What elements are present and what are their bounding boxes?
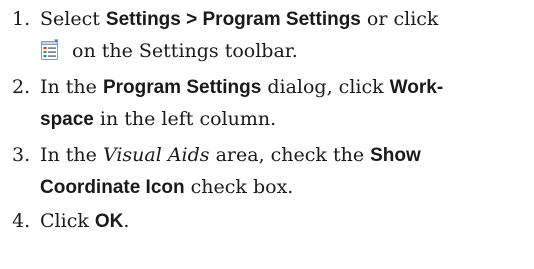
step-2-line-2: space in the left column. — [40, 104, 276, 135]
step-text: In the — [40, 144, 103, 166]
step-text: In the — [40, 76, 103, 98]
area-name: Visual Aids — [102, 144, 210, 166]
option-name: Show — [370, 145, 421, 166]
menu-path: Settings > Program Settings — [105, 9, 361, 30]
workspace-label: space — [40, 109, 94, 130]
step-text: in the left column. — [93, 108, 277, 130]
step-4-line-1: Click OK. — [40, 206, 129, 237]
step-number: 3. — [12, 144, 31, 166]
step-number: 1. — [12, 8, 31, 30]
program-settings-icon — [40, 39, 60, 61]
step-text: area, check the — [209, 144, 371, 166]
step-number: 2. — [12, 76, 31, 98]
step-text: dialog, click — [261, 76, 390, 98]
step-text: Select — [40, 8, 106, 30]
step-3-line-2: Coordinate Icon check box. — [40, 172, 293, 203]
step-text: on the Settings toolbar. — [66, 40, 298, 62]
step-text: or click — [360, 8, 439, 30]
step-1-line-2: on the Settings toolbar. — [40, 36, 298, 66]
dialog-name: Program Settings — [102, 77, 262, 98]
workspace-label: Work- — [389, 77, 444, 98]
step-3-line-1: In the Visual Aids area, check the Show — [40, 140, 421, 171]
step-text: check box. — [184, 176, 294, 198]
step-2-line-1: In the Program Settings dialog, click Wo… — [40, 72, 443, 103]
step-text: . — [123, 210, 130, 232]
step-1-line-1: Select Settings > Program Settings or cl… — [40, 4, 438, 35]
ok-label: OK — [94, 211, 124, 232]
step-number: 4. — [12, 210, 31, 232]
step-text: Click — [40, 210, 95, 232]
option-name: Coordinate Icon — [40, 177, 185, 198]
